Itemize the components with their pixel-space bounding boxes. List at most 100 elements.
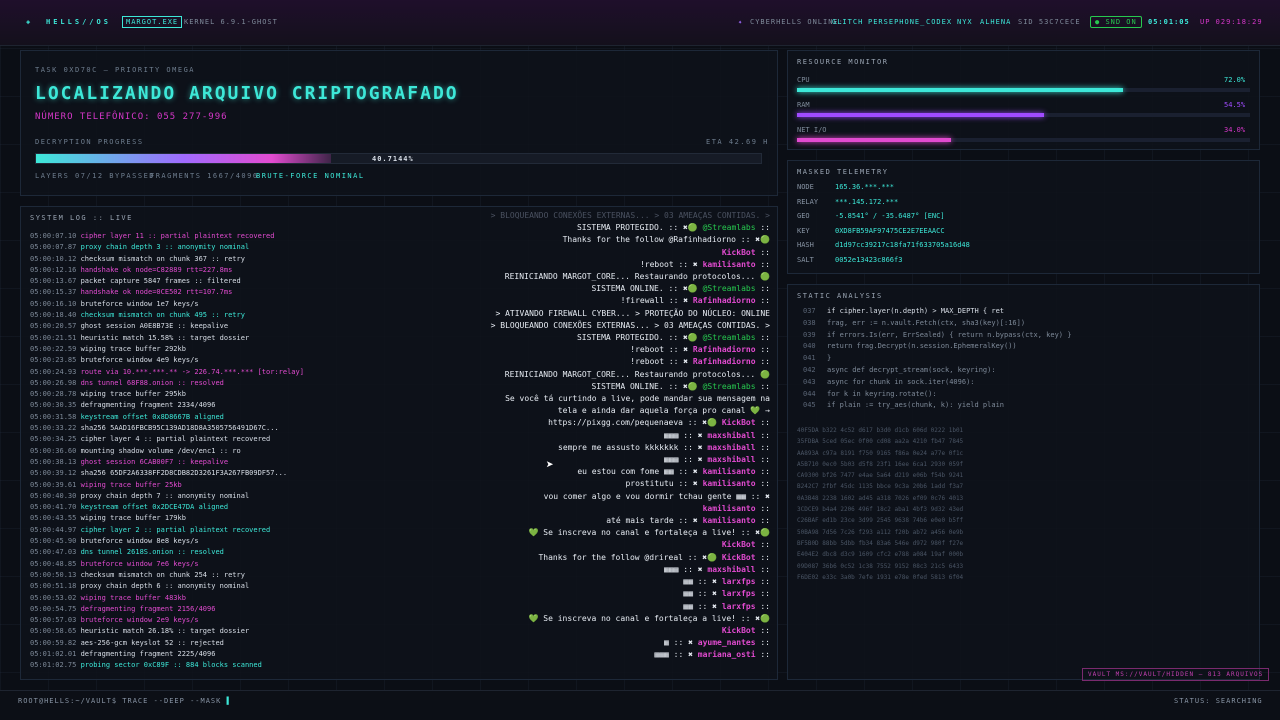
chat-username[interactable]: kamilisanto [703, 260, 756, 269]
chat-message: até mais tarde :: ✖ kamilisanto :: [460, 515, 770, 527]
chat-username[interactable]: KickBot [722, 418, 756, 427]
log-message: bruteforce window 8e8 keys/s [80, 537, 199, 546]
line-number: 042 [803, 365, 816, 374]
log-timestamp: 05:00:07.87 [30, 243, 81, 252]
chat-message: KickBot :: [460, 539, 770, 551]
chat-message: 💚 Se inscreva no canal e fortaleça a liv… [460, 613, 770, 625]
chat-username[interactable]: KickBot [722, 248, 756, 257]
chat-username[interactable]: @Streamlabs [703, 333, 756, 342]
chat-username[interactable]: kamilisanto [703, 504, 756, 513]
chat-text: !reboot :: ✖ [630, 345, 689, 355]
chat-username[interactable]: KickBot [722, 626, 756, 635]
cpu-bar-fill [797, 88, 1124, 92]
log-line: 05:00:54.75 defragmenting fragment 2156/… [30, 604, 320, 615]
chat-text: Se você tá curtindo a live, pode mandar … [505, 394, 770, 404]
chat-username[interactable]: maxshiball [707, 431, 755, 440]
log-line: 05:00:38.13 ghost session 6CAB00F7 :: ke… [30, 457, 320, 468]
log-line: 05:00:51.18 proxy chain depth 6 :: anony… [30, 581, 320, 592]
task-header: TASK 0XD70C — PRIORITY OMEGA [35, 66, 196, 74]
chat-text: eu estou com fome ▦▦ :: ✖ [577, 467, 698, 477]
telemetry-key: GEO [797, 212, 810, 220]
chat-username[interactable]: maxshiball [707, 455, 755, 464]
online-user[interactable]: GLITCH [832, 18, 863, 26]
app-badge[interactable]: MARGOT.EXE [122, 16, 183, 28]
log-timestamp: 05:00:45.90 [30, 537, 81, 546]
chat-separator: :: [755, 430, 770, 440]
chat-username[interactable]: @Streamlabs [703, 284, 756, 293]
fragments-status: FRAGMENTS 1667/4096 [150, 172, 259, 180]
log-timestamp: 05:00:54.75 [30, 604, 81, 613]
log-line: 05:00:16.10 bruteforce window 1e7 keys/s [30, 299, 320, 310]
chat-username[interactable]: maxshiball [707, 443, 755, 452]
chat-username[interactable]: kamilisanto [703, 516, 756, 525]
log-line: 05:00:39.12 sha256 65DF2A6338FF2D8CDB82D… [30, 468, 320, 479]
code-text: if cipher.layer(n.depth) > MAX_DEPTH { r… [827, 307, 1005, 315]
chat-username[interactable]: kamilisanto [703, 479, 756, 488]
log-line: 05:00:15.37 handshake ok node=0CE502 rtt… [30, 287, 320, 298]
chat-separator: :: [755, 540, 770, 550]
log-timestamp: 05:00:10.12 [30, 254, 81, 263]
hex-line: E404E2 dbc8 d3c9 1609 cfc2 e788 a084 19a… [797, 551, 964, 559]
online-user[interactable]: NYX [957, 18, 973, 26]
log-message: route via 10.***.***.** -> 226.74.***.**… [80, 367, 304, 376]
log-message: handshake ok node=0CE502 rtt=107.7ms [80, 288, 233, 297]
code-text: async def decrypt_stream(sock, keyring): [827, 365, 996, 374]
log-message: ghost session A0E8B73E :: keepalive [80, 322, 229, 331]
log-timestamp: 05:00:33.22 [30, 424, 81, 433]
online-user[interactable]: PERSEPHONE_ [868, 18, 925, 26]
log-timestamp: 05:00:18.40 [30, 311, 81, 320]
system-log-header: SYSTEM LOG :: LIVE [30, 214, 133, 222]
chat-separator: :: [755, 552, 770, 562]
online-user[interactable]: CODEX [926, 18, 952, 26]
uptime: UP 029:18:29 [1200, 18, 1263, 26]
online-user[interactable]: ALHENA [980, 18, 1011, 26]
chat-username[interactable]: KickBot [722, 553, 756, 562]
chat-feed[interactable]: > BLOQUEANDO CONEXÕES EXTERNAS... > 03 A… [460, 210, 770, 680]
eta: ETA 42.69 H [706, 138, 769, 146]
log-timestamp: 05:00:57.03 [30, 616, 81, 625]
chat-username[interactable]: KickBot [722, 540, 756, 549]
log-message: bruteforce window 1e7 keys/s [80, 299, 199, 308]
log-message: keystream offset 0x8D8667B aligned [80, 412, 224, 421]
ram-bar [797, 113, 1250, 117]
sound-toggle[interactable]: ● SND ON [1090, 16, 1142, 28]
chat-username[interactable]: @Streamlabs [703, 382, 756, 391]
hex-line: 35FDBA 5ced 05ec 0f00 cd08 aa2a 4210 fb4… [797, 438, 964, 446]
chat-username[interactable]: kamilisanto [703, 467, 756, 476]
log-timestamp: 05:00:23.85 [30, 356, 81, 365]
chat-separator: :: [755, 589, 770, 599]
log-message: wiping trace buffer 25kb [80, 480, 182, 489]
chat-username[interactable]: maxshiball [707, 565, 755, 574]
vault-badge[interactable]: VAULT MS://VAULT/HIDDEN — 813 ARQUIVOS [1082, 668, 1270, 681]
chat-username[interactable]: Rafinhadiorno [693, 296, 756, 305]
log-line: 05:00:33.22 sha256 5AAD16FBCB95C139AD18D… [30, 423, 320, 434]
telemetry-header: MASKED TELEMETRY [797, 168, 889, 176]
telemetry-row: GEO -5.8541° / -35.6487° [ENC] [797, 212, 945, 220]
system-log[interactable]: 05:00:07.10 cipher layer 11 :: partial p… [30, 231, 320, 679]
cpu-bar [797, 88, 1250, 92]
chat-username[interactable]: larxfps [722, 589, 756, 598]
chat-username[interactable]: Rafinhadiorno [693, 357, 756, 366]
chat-message: 💚 Se inscreva no canal e fortaleça a liv… [460, 527, 770, 539]
code-line: 041} [803, 353, 1071, 365]
os-logo-icon: ◈ [26, 18, 32, 26]
chat-username[interactable]: ayume_nantes [698, 638, 756, 647]
chat-text: ▦▦▦ :: ✖ [664, 455, 703, 465]
chat-username[interactable]: larxfps [722, 577, 756, 586]
code-view[interactable]: 037 if cipher.layer(n.depth) > MAX_DEPTH … [803, 306, 1071, 412]
chat-message: SISTEMA ONLINE. :: ✖🟢 @Streamlabs :: [460, 381, 770, 393]
hex-line: F6DE02 e33c 3a0b 7efe 1931 e78e 0fed 581… [797, 573, 964, 581]
clock: 05:01:05 [1148, 18, 1190, 26]
chat-username[interactable]: @Streamlabs [703, 223, 756, 232]
line-number: 045 [803, 401, 816, 410]
chat-text: !reboot :: ✖ [639, 259, 698, 269]
log-message: checksum mismatch on chunk 367 :: retry [80, 254, 245, 263]
chat-separator: :: [755, 333, 770, 343]
chat-username[interactable]: mariana_osti [698, 650, 756, 659]
chat-username[interactable]: larxfps [722, 602, 756, 611]
command-input[interactable]: ROOT@HELLS:~/VAULT$ TRACE --DEEP --MASK … [18, 697, 232, 705]
chat-separator: :: [755, 381, 770, 391]
log-line: 05:00:12.16 handshake ok node=C82889 rtt… [30, 265, 320, 276]
chat-message: > BLOQUEANDO CONEXÕES EXTERNAS... > 03 A… [460, 210, 770, 222]
chat-username[interactable]: Rafinhadiorno [693, 345, 756, 354]
